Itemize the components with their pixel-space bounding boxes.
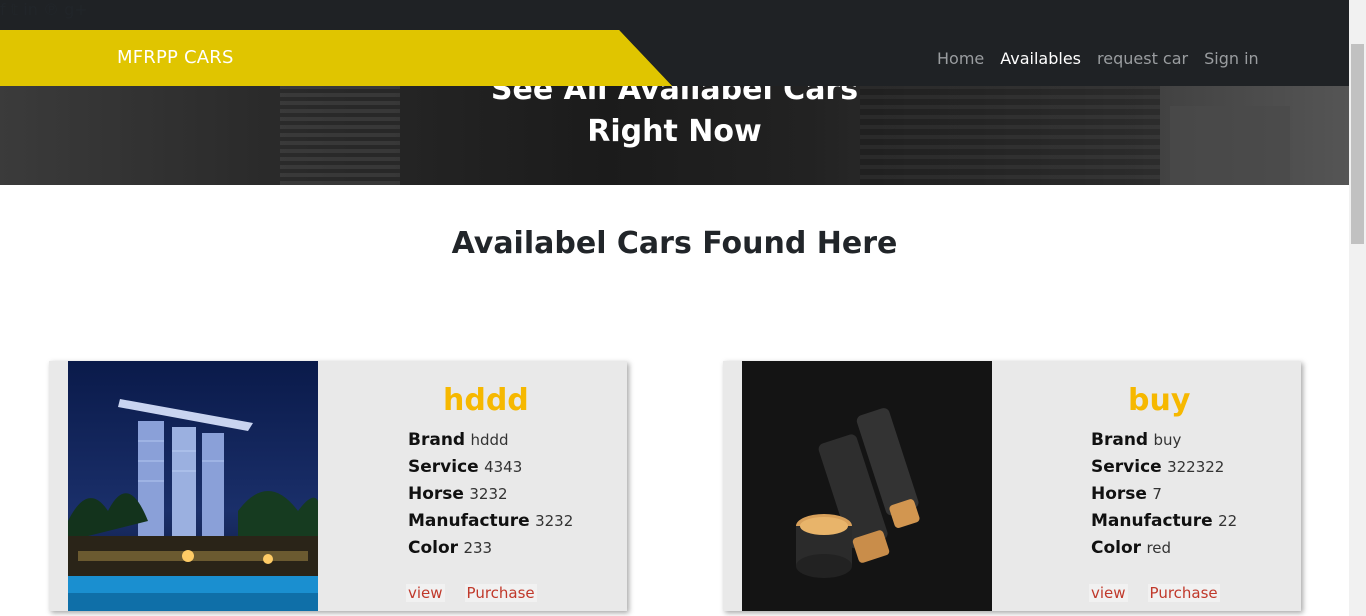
spec-label: Color [408, 538, 459, 558]
spec-label: Service [408, 457, 479, 477]
spec-label: Brand [408, 430, 466, 450]
spec-value: 4343 [484, 458, 523, 476]
car-image[interactable] [742, 361, 992, 611]
linkedin-icon[interactable]: in [23, 0, 38, 19]
car-specs: Brand hddd Service 4343 Horse 3232 Manuf… [408, 427, 573, 562]
spec-value: buy [1153, 431, 1182, 449]
view-button[interactable]: view [1089, 584, 1128, 602]
hero-title-line1: See All Availabel Cars [490, 86, 859, 107]
nav-availables[interactable]: Availables [1000, 49, 1081, 68]
car-name: hddd [443, 383, 529, 418]
twitter-icon[interactable]: 𝕥 [11, 0, 18, 19]
scrollbar-thumb[interactable] [1351, 44, 1364, 244]
car-card: hddd Brand hddd Service 4343 Horse 3232 … [49, 361, 627, 611]
hero-title-line2: Right Now [587, 114, 762, 149]
car-specs: Brand buy Service 322322 Horse 7 Manufac… [1091, 427, 1237, 562]
purchase-button[interactable]: Purchase [1147, 584, 1220, 602]
spec-label: Manufacture [1091, 511, 1213, 531]
purchase-button[interactable]: Purchase [464, 584, 537, 602]
section-title: Availabel Cars Found Here [451, 226, 898, 261]
spec-value: 3232 [535, 512, 574, 530]
spec-value: red [1146, 539, 1172, 557]
spec-label: Color [1091, 538, 1142, 558]
view-button[interactable]: view [406, 584, 445, 602]
car-name: buy [1128, 383, 1191, 418]
nav-sign-in[interactable]: Sign in [1204, 49, 1259, 68]
pinterest-icon[interactable]: ℗ [43, 0, 59, 19]
spec-label: Manufacture [408, 511, 530, 531]
spec-value: hddd [470, 431, 509, 449]
brand-banner-overlay [0, 30, 672, 86]
spec-value: 22 [1218, 512, 1238, 530]
facebook-icon[interactable]: f [0, 0, 6, 19]
top-bar: f 𝕥 in ℗ g+ [0, 0, 1349, 30]
page-scrollbar[interactable] [1349, 0, 1366, 616]
spec-value: 7 [1152, 485, 1162, 503]
spec-label: Brand [1091, 430, 1149, 450]
card-actions: view Purchase [1089, 584, 1220, 602]
nav-request-car[interactable]: request car [1097, 49, 1188, 68]
google-plus-icon[interactable]: g+ [64, 0, 88, 19]
spec-value: 233 [463, 539, 493, 557]
spec-value: 322322 [1167, 458, 1225, 476]
hero-banner: See All Availabel Cars Right Now [0, 86, 1349, 185]
spec-label: Horse [408, 484, 464, 504]
spec-label: Service [1091, 457, 1162, 477]
nav-home[interactable]: Home [937, 49, 984, 68]
car-card: buy Brand buy Service 322322 Horse 7 Man… [723, 361, 1301, 611]
nav-links: Home Availables request car Sign in [937, 49, 1259, 68]
brand-logo[interactable]: MFRPP CARS [117, 47, 234, 68]
card-actions: view Purchase [406, 584, 537, 602]
car-image[interactable] [68, 361, 318, 611]
spec-value: 3232 [469, 485, 508, 503]
spec-label: Horse [1091, 484, 1147, 504]
